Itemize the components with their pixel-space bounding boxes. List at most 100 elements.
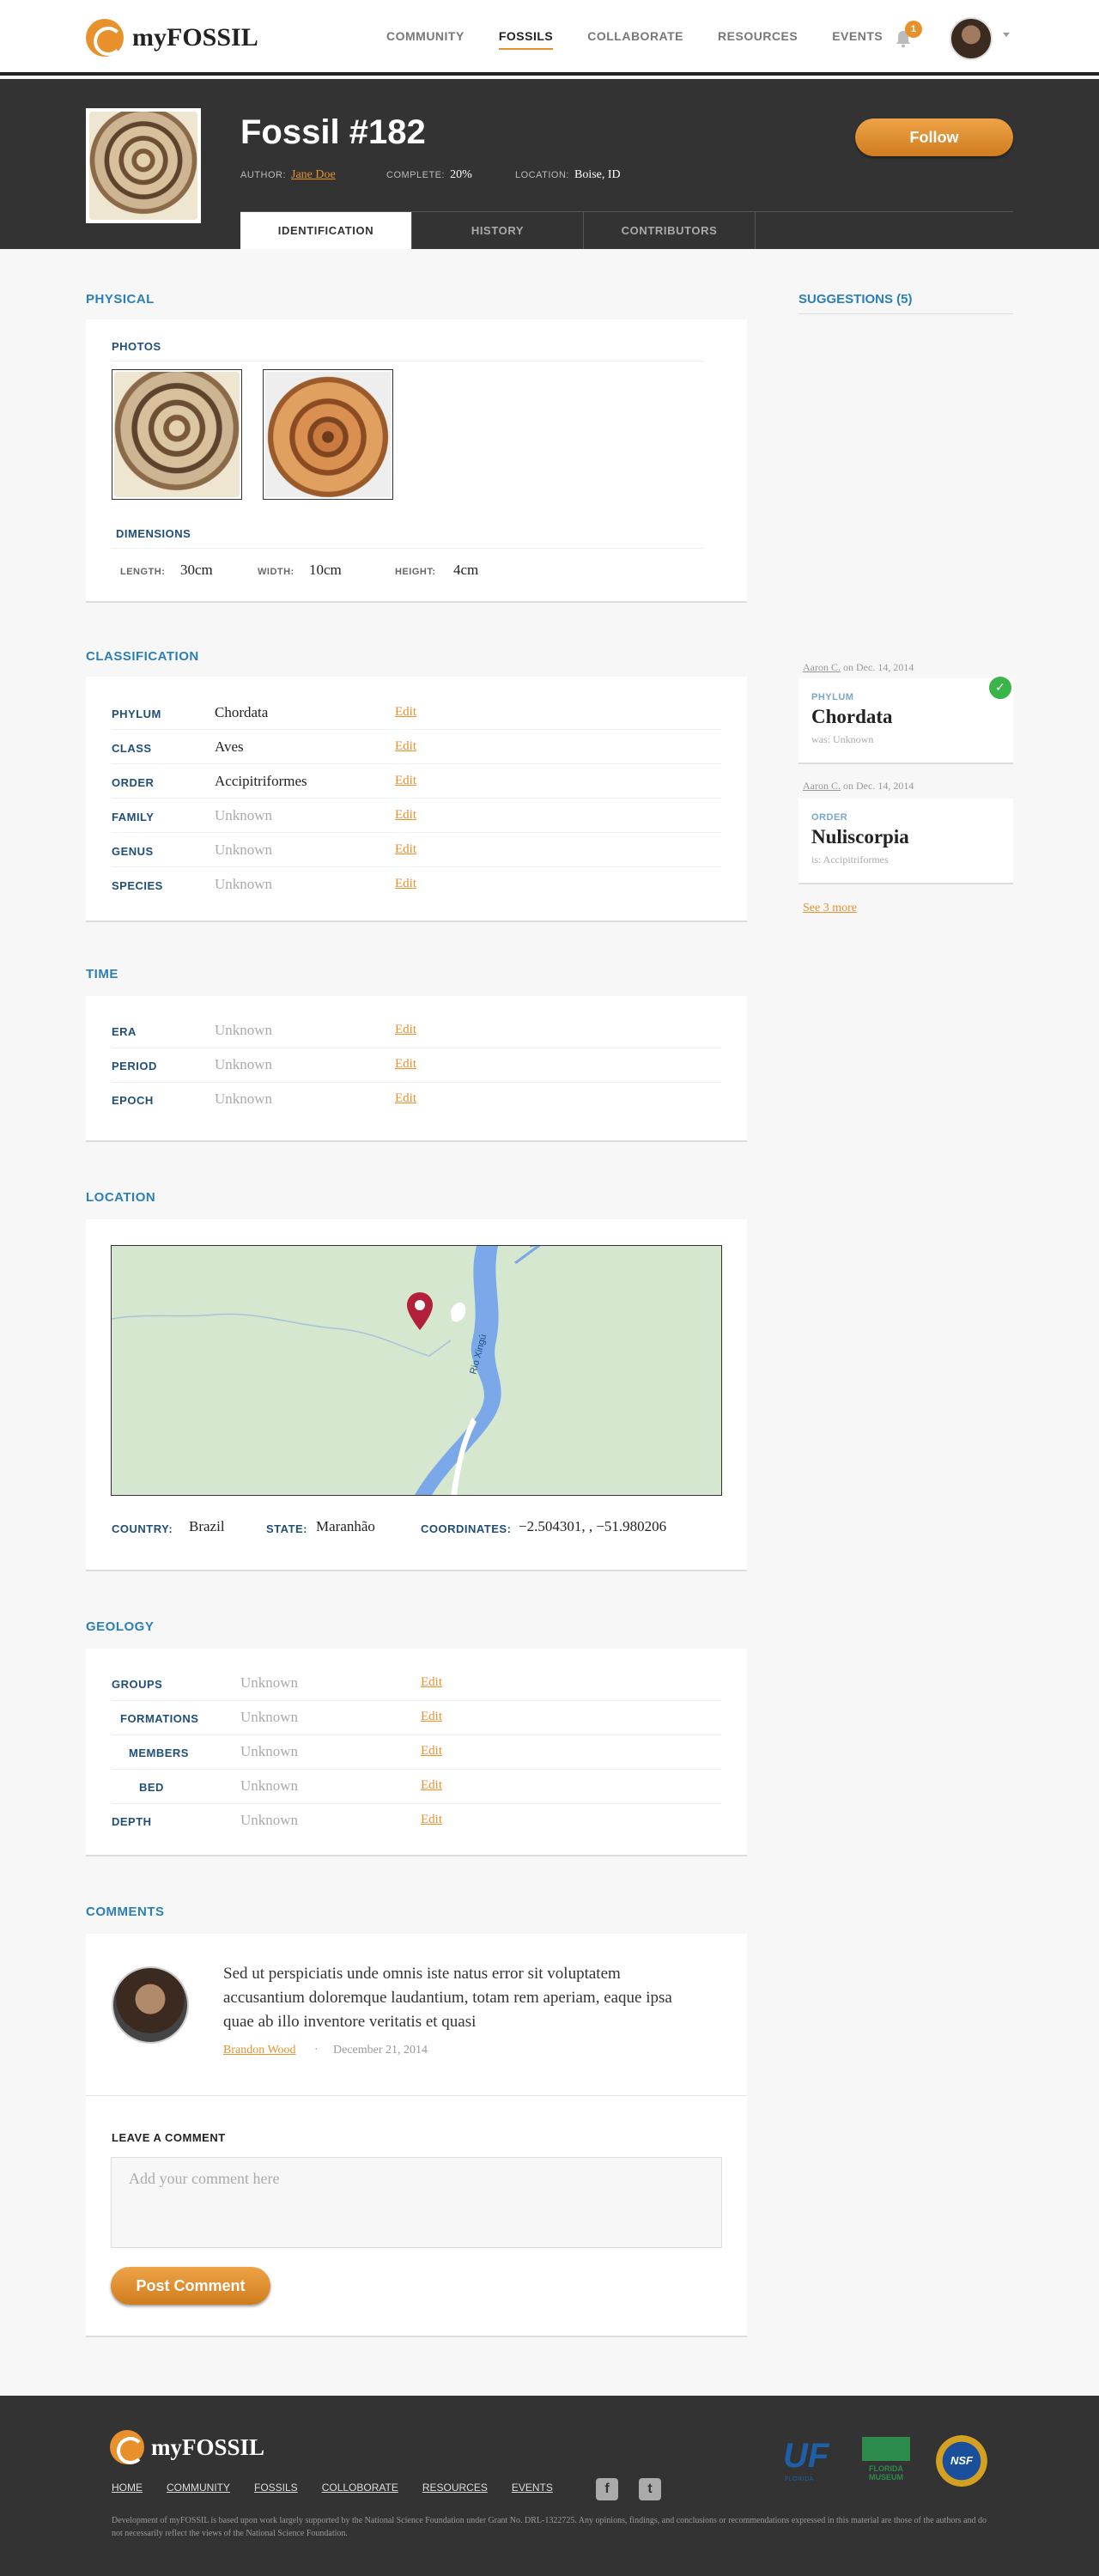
country-value: Brazil — [189, 1518, 225, 1534]
edit-members-link[interactable]: Edit — [421, 1744, 442, 1759]
twitter-icon[interactable]: t — [639, 2478, 661, 2500]
post-comment-button[interactable]: Post Comment — [111, 2267, 270, 2305]
physical-title: PHYSICAL — [86, 292, 155, 307]
suggestion-card[interactable]: ORDER Nuliscorpia is: Accipitriformes — [798, 799, 1013, 884]
avatar[interactable] — [112, 1966, 189, 2044]
footer-link-fossils[interactable]: FOSSILS — [254, 2482, 298, 2494]
tab-identification[interactable]: IDENTIFICATION — [240, 212, 412, 249]
main-nav: COMMUNITY FOSSILS COLLABORATE RESOURCES … — [386, 29, 883, 50]
logo-spiral-icon — [110, 2430, 144, 2464]
state-value: Maranhão — [316, 1518, 375, 1534]
uf-logo[interactable]: UF — [783, 2437, 829, 2475]
suggestions-title: SUGGESTIONS (5) — [798, 292, 1013, 314]
edit-depth-link[interactable]: Edit — [421, 1813, 442, 1827]
complete-value: 20% — [450, 168, 472, 181]
footer-nav: HOME COMMUNITY FOSSILS COLLOBORATE RESOU… — [112, 2482, 553, 2494]
notification-badge: 1 — [905, 21, 922, 38]
dimensions-label: DIMENSIONS — [116, 527, 191, 540]
fossil-photo-1[interactable] — [112, 369, 242, 500]
author-link[interactable]: Jane Doe — [291, 168, 336, 181]
map-pin-icon[interactable] — [407, 1292, 433, 1330]
time-card — [86, 996, 747, 1142]
uf-logo-sub: FLORIDA — [785, 2476, 814, 2482]
suggestion-author-link[interactable]: Aaron C. — [803, 780, 841, 792]
coordinates-value: −2.504301, , −51.980206 — [519, 1518, 667, 1534]
edit-order-link[interactable]: Edit — [395, 774, 416, 788]
footer-logo-text: myFOSSIL — [151, 2433, 265, 2460]
map-graphic: Rio Xingú — [112, 1246, 541, 1495]
see-more-link[interactable]: See 3 more — [803, 902, 857, 915]
complete-meta: COMPLETE: 20% — [386, 168, 472, 182]
location-label: LOCATION: — [515, 170, 569, 180]
coordinates-label: COORDINATES: — [421, 1522, 512, 1535]
height-value: 4cm — [453, 562, 479, 578]
fossil-photo-2[interactable] — [263, 369, 393, 500]
footer-link-community[interactable]: COMMUNITY — [167, 2482, 230, 2494]
classification-card — [86, 677, 747, 922]
edit-class-link[interactable]: Edit — [395, 739, 416, 754]
tab-history[interactable]: HISTORY — [412, 212, 584, 249]
edit-bed-link[interactable]: Edit — [421, 1778, 442, 1793]
tab-bar: IDENTIFICATION HISTORY CONTRIBUTORS — [240, 212, 756, 249]
suggestion-meta: Aaron C. on Dec. 14, 2014 — [803, 780, 914, 792]
edit-epoch-link[interactable]: Edit — [395, 1091, 416, 1106]
nav-collaborate[interactable]: COLLABORATE — [587, 29, 683, 50]
location-meta: LOCATION: Boise, ID — [515, 168, 621, 182]
nav-events[interactable]: EVENTS — [832, 29, 883, 50]
state-label: STATE: — [266, 1522, 308, 1535]
edit-family-link[interactable]: Edit — [395, 808, 416, 823]
page-title: Fossil #182 — [240, 113, 426, 151]
leave-comment-label: LEAVE A COMMENT — [112, 2131, 226, 2144]
height-label: HEIGHT: — [395, 567, 436, 577]
footer-link-collaborate[interactable]: COLLOBORATE — [322, 2482, 398, 2494]
nav-resources[interactable]: RESOURCES — [718, 29, 798, 50]
author-label: AUTHOR: — [240, 170, 286, 180]
suggestion-card[interactable]: PHYLUM Chordata was: Unknown — [798, 678, 1013, 764]
logo-text: myFOSSIL — [132, 23, 258, 52]
edit-groups-link[interactable]: Edit — [421, 1675, 442, 1690]
edit-phylum-link[interactable]: Edit — [395, 705, 416, 720]
footer-link-events[interactable]: EVENTS — [512, 2482, 553, 2494]
fossil-thumbnail — [86, 108, 201, 223]
edit-period-link[interactable]: Edit — [395, 1057, 416, 1072]
nav-community[interactable]: COMMUNITY — [386, 29, 464, 50]
time-title: TIME — [86, 967, 118, 981]
author-meta: AUTHOR: Jane Doe — [240, 168, 336, 182]
comment-input[interactable] — [111, 2157, 722, 2248]
footer-link-resources[interactable]: RESOURCES — [422, 2482, 488, 2494]
edit-genus-link[interactable]: Edit — [395, 842, 416, 857]
florida-museum-logo[interactable]: FLORIDA MUSEUM — [862, 2437, 910, 2497]
chevron-down-icon[interactable] — [1003, 33, 1010, 37]
edit-era-link[interactable]: Edit — [395, 1023, 416, 1037]
complete-label: COMPLETE: — [386, 170, 446, 180]
user-avatar[interactable] — [950, 17, 993, 60]
logo-spiral-icon — [86, 19, 124, 57]
suggestion-author-link[interactable]: Aaron C. — [803, 661, 841, 673]
tab-contributors[interactable]: CONTRIBUTORS — [584, 212, 756, 249]
footer: myFOSSIL HOME COMMUNITY FOSSILS COLLOBOR… — [0, 2396, 1099, 2576]
nsf-logo[interactable]: NSF — [936, 2435, 987, 2487]
footer-logo[interactable]: myFOSSIL — [110, 2430, 264, 2464]
edit-formations-link[interactable]: Edit — [421, 1710, 442, 1724]
location-title: LOCATION — [86, 1190, 156, 1205]
width-value: 10cm — [309, 562, 342, 578]
follow-button[interactable]: Follow — [855, 118, 1013, 156]
footer-link-home[interactable]: HOME — [112, 2482, 143, 2494]
country-label: COUNTRY: — [112, 1522, 173, 1535]
length-label: LENGTH: — [120, 567, 166, 577]
geology-title: GEOLOGY — [86, 1619, 155, 1634]
nav-fossils[interactable]: FOSSILS — [498, 29, 554, 50]
classification-title: CLASSIFICATION — [86, 649, 199, 664]
location-value: Boise, ID — [574, 168, 621, 181]
edit-species-link[interactable]: Edit — [395, 877, 416, 891]
check-icon: ✓ — [987, 675, 1013, 701]
comment-author-link[interactable]: Brandon Wood — [223, 2044, 296, 2057]
logo[interactable]: myFOSSIL — [86, 19, 258, 57]
footer-note: Development of myFOSSIL is based upon wo… — [112, 2516, 987, 2538]
facebook-icon[interactable]: f — [596, 2478, 618, 2500]
suggestion-meta: Aaron C. on Dec. 14, 2014 — [803, 661, 914, 673]
top-nav: myFOSSIL COMMUNITY FOSSILS COLLABORATE R… — [0, 0, 1099, 76]
comment-text: Sed ut perspiciatis unde omnis iste natu… — [223, 1965, 672, 2031]
comments-title: COMMENTS — [86, 1905, 165, 1919]
location-map[interactable]: Rio Xingú — [111, 1245, 722, 1496]
